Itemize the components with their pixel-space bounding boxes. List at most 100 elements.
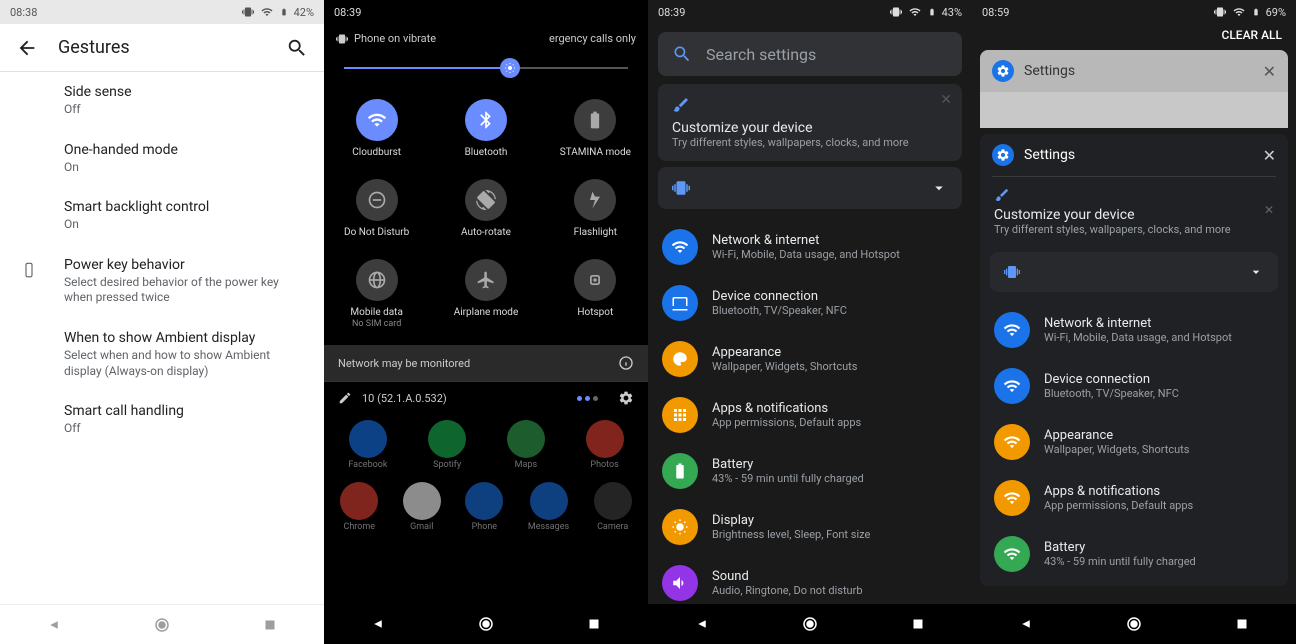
list-item[interactable]: Smart call handlingOff	[0, 391, 324, 449]
qs-tile-dnd[interactable]: Do Not Disturb	[324, 171, 429, 247]
vibrate-icon	[1004, 264, 1020, 280]
item-title: Power key behavior	[64, 257, 308, 273]
item-title: Apps & notifications	[712, 401, 861, 416]
settings-item[interactable]: Network & internetWi-Fi, Mobile, Data us…	[648, 219, 972, 275]
settings-item[interactable]: SoundAudio, Ringtone, Do not disturb	[648, 555, 972, 611]
app-facebook[interactable]: Facebook	[348, 420, 387, 470]
brightness-slider[interactable]	[324, 53, 648, 83]
nav-bar	[0, 604, 324, 644]
settings-item[interactable]: Device connectionBluetooth, TV/Speaker, …	[980, 358, 1288, 414]
tile-label: Bluetooth	[465, 147, 508, 159]
recents-panel: 08:59 69% CLEAR ALL Settings ✕ Settings …	[972, 0, 1296, 644]
card-subtitle: Try different styles, wallpapers, clocks…	[672, 136, 948, 149]
settings-item[interactable]: Network & internetWi-Fi, Mobile, Data us…	[980, 302, 1288, 358]
app-camera[interactable]: Camera	[594, 482, 632, 532]
list-item[interactable]: When to show Ambient displaySelect when …	[0, 318, 324, 391]
settings-list: Network & internetWi-Fi, Mobile, Data us…	[980, 298, 1288, 586]
nav-back-icon[interactable]	[1017, 615, 1035, 633]
plane-icon	[465, 259, 507, 301]
app-maps[interactable]: Maps	[507, 420, 545, 470]
gear-icon[interactable]	[618, 390, 634, 406]
nav-home-icon[interactable]	[1125, 615, 1143, 633]
close-icon[interactable]: ✕	[1264, 203, 1274, 217]
qs-tile-globe[interactable]: Mobile dataNo SIM card	[324, 251, 429, 337]
nav-home-icon[interactable]	[801, 615, 819, 633]
app-phone[interactable]: Phone	[465, 482, 503, 532]
app-label: Gmail	[410, 522, 433, 532]
item-title: Network & internet	[712, 233, 900, 248]
recent-card-1[interactable]: Settings ✕	[980, 50, 1288, 128]
info-icon	[618, 355, 634, 371]
close-icon[interactable]: ✕	[1263, 62, 1276, 81]
nav-recent-icon[interactable]	[909, 615, 927, 633]
app-row-2: Chrome Gmail Phone Messages Camera	[324, 476, 648, 538]
battery-icon	[280, 5, 288, 19]
battery-icon	[574, 99, 616, 141]
network-monitor-row[interactable]: Network may be monitored	[324, 345, 648, 381]
nav-bar	[324, 604, 648, 644]
item-title: Side sense	[64, 84, 308, 100]
qs-tile-hotspot[interactable]: Hotspot	[543, 251, 648, 337]
list-item[interactable]: One-handed modeOn	[0, 130, 324, 188]
settings-item[interactable]: Battery43% - 59 min until fully charged	[648, 443, 972, 499]
app-spotify[interactable]: Spotify	[428, 420, 466, 470]
app-photos[interactable]: Photos	[586, 420, 624, 470]
settings-panel: 08:39 43% Search settings ✕ Customize yo…	[648, 0, 972, 644]
wifi-icon	[908, 6, 922, 18]
item-subtitle: On	[64, 160, 308, 176]
qs-tile-plane[interactable]: Airplane mode	[433, 251, 538, 337]
app-row-1: Facebook Spotify Maps Photos	[324, 414, 648, 476]
qs-tile-rotate[interactable]: Auto-rotate	[433, 171, 538, 247]
brightness-icon	[504, 62, 516, 74]
recent-card-2[interactable]: Settings ✕ ✕ Customize your device Try d…	[980, 134, 1288, 586]
app-label: Phone	[472, 522, 498, 532]
battery-pct: 43%	[942, 6, 962, 19]
app-messages[interactable]: Messages	[528, 482, 569, 532]
tile-label: STAMINA mode	[560, 147, 631, 159]
list-item[interactable]: Smart backlight controlOn	[0, 187, 324, 245]
clear-all-button[interactable]: CLEAR ALL	[972, 24, 1296, 46]
list-item[interactable]: Power key behaviorSelect desired behavio…	[0, 245, 324, 318]
vibrate-row[interactable]	[658, 167, 962, 209]
nav-home-icon[interactable]	[477, 615, 495, 633]
app-icon	[465, 482, 503, 520]
settings-item[interactable]: AppearanceWallpaper, Widgets, Shortcuts	[648, 331, 972, 387]
vibrate-icon	[336, 33, 348, 45]
settings-item[interactable]: Apps & notificationsApp permissions, Def…	[648, 387, 972, 443]
power-key-icon	[20, 261, 38, 279]
back-icon[interactable]	[16, 37, 38, 59]
nav-back-icon[interactable]	[45, 616, 63, 634]
nav-home-icon[interactable]	[153, 616, 171, 634]
qs-tile-flash[interactable]: Flashlight	[543, 171, 648, 247]
close-icon[interactable]: ✕	[1263, 146, 1276, 165]
search-icon[interactable]	[286, 37, 308, 59]
item-title: Smart call handling	[64, 403, 308, 419]
vibrate-label: Phone on vibrate	[354, 32, 436, 45]
list-item[interactable]: Side senseOff	[0, 72, 324, 130]
gestures-panel: 08:38 42% Gestures Side senseOffOne-hand…	[0, 0, 324, 644]
customize-card[interactable]: ✕ Customize your device Try different st…	[658, 84, 962, 161]
qs-tile-wifi[interactable]: Cloudburst	[324, 91, 429, 167]
nav-back-icon[interactable]	[369, 615, 387, 633]
status-bar: 08:39 43%	[648, 0, 972, 24]
item-subtitle: Wallpaper, Widgets, Shortcuts	[1044, 443, 1189, 456]
app-gmail[interactable]: Gmail	[403, 482, 441, 532]
close-icon[interactable]: ✕	[940, 92, 952, 108]
settings-item[interactable]: AppearanceWallpaper, Widgets, Shortcuts	[980, 414, 1288, 470]
settings-item[interactable]: Battery43% - 59 min until fully charged	[980, 526, 1288, 582]
app-label: Maps	[515, 460, 537, 470]
edit-icon[interactable]	[338, 391, 352, 405]
nav-back-icon[interactable]	[693, 615, 711, 633]
nav-recent-icon[interactable]	[1233, 615, 1251, 633]
nav-recent-icon[interactable]	[261, 616, 279, 634]
search-input[interactable]: Search settings	[658, 32, 962, 76]
settings-item[interactable]: Device connectionBluetooth, TV/Speaker, …	[648, 275, 972, 331]
settings-item[interactable]: DisplayBrightness level, Sleep, Font siz…	[648, 499, 972, 555]
settings-item[interactable]: Apps & notificationsApp permissions, Def…	[980, 470, 1288, 526]
dnd-icon	[356, 179, 398, 221]
qs-tile-bluetooth[interactable]: Bluetooth	[433, 91, 538, 167]
nav-recent-icon[interactable]	[585, 615, 603, 633]
item-title: Device connection	[712, 289, 847, 304]
app-chrome[interactable]: Chrome	[340, 482, 378, 532]
qs-tile-battery[interactable]: STAMINA mode	[543, 91, 648, 167]
